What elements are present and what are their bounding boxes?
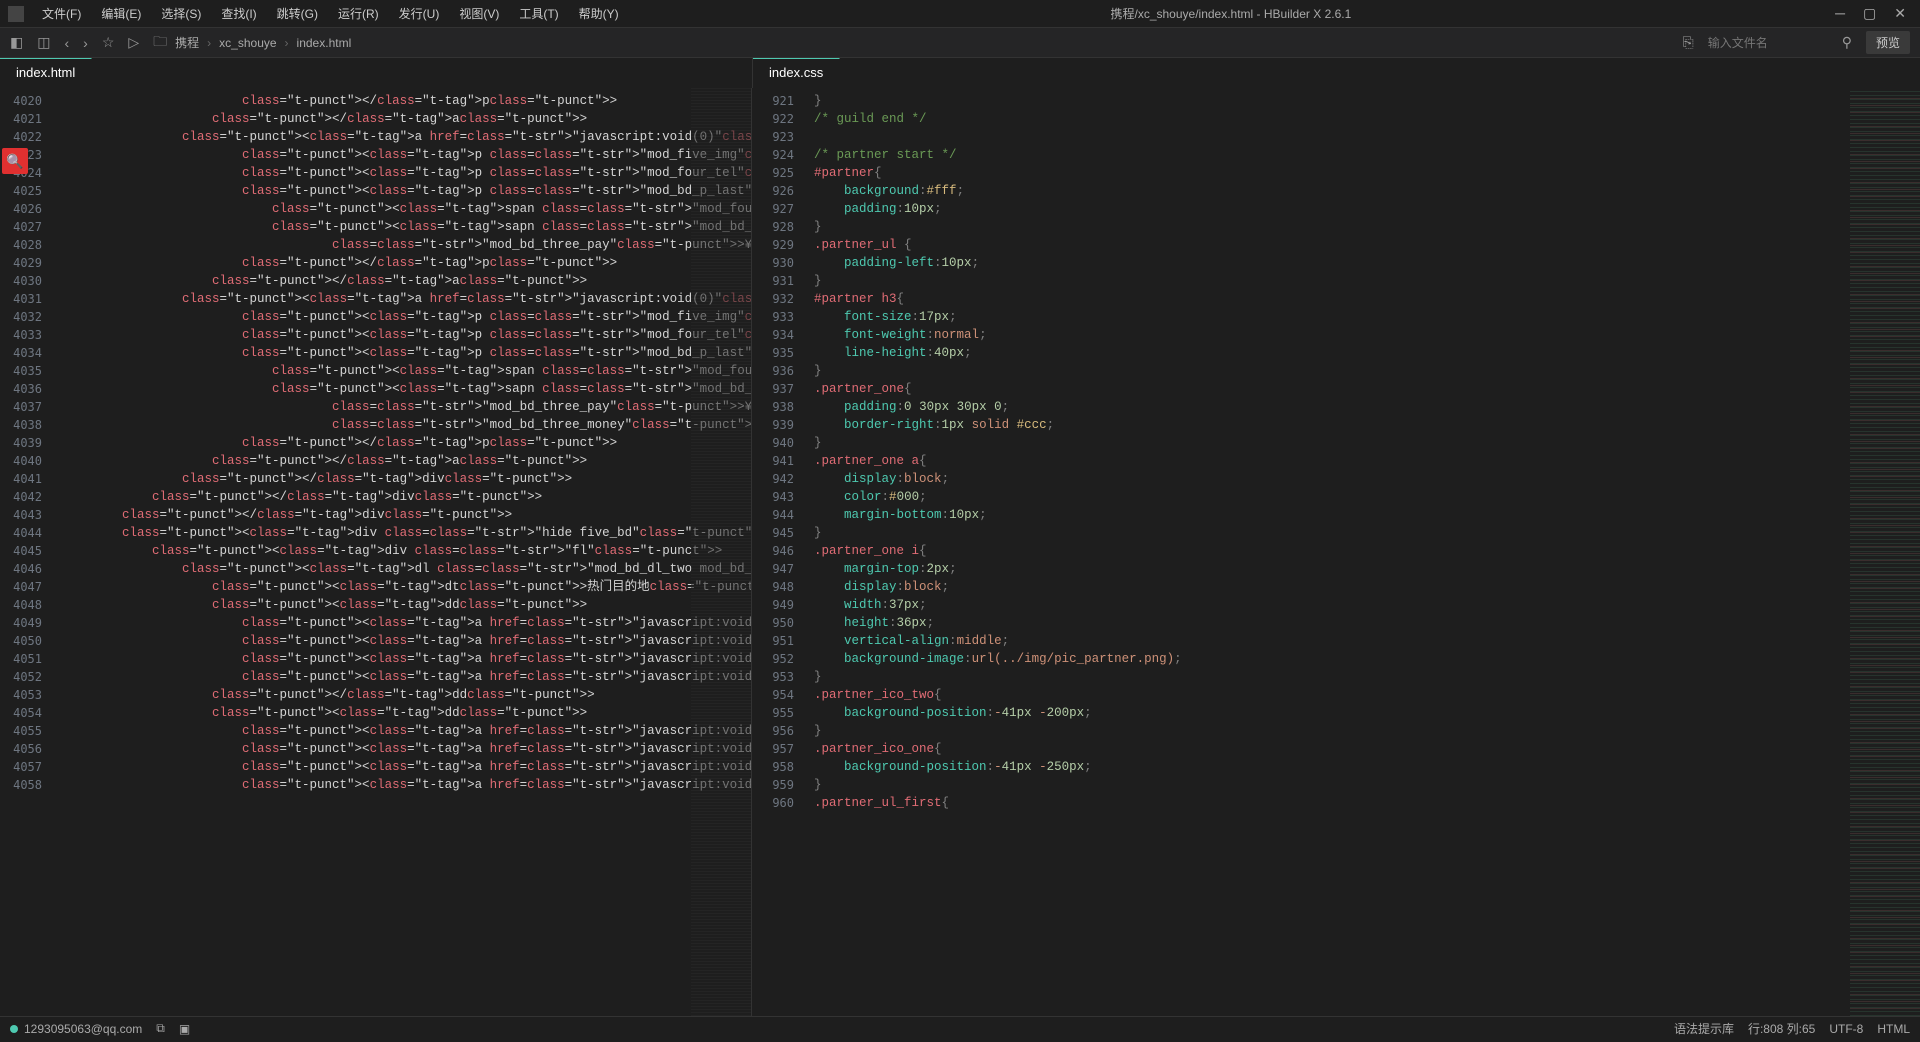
tab-index-html[interactable]: index.html (0, 58, 92, 88)
line-gutter-right: 921 922 923 924 925 926 927 928 929 930 … (752, 88, 802, 1016)
window-controls: ─ ▢ ✕ (1835, 5, 1906, 22)
account-status[interactable]: 1293095063@qq.com (10, 1022, 142, 1036)
maximize-icon[interactable]: ▢ (1863, 5, 1876, 22)
nav-forward-icon[interactable]: › (83, 35, 88, 51)
editor-pane-left[interactable]: 🔍 4020 4021 4022 4023 4024 4025 4026 402… (0, 88, 752, 1016)
menu-file[interactable]: 文件(F) (34, 3, 89, 24)
chevron-right-icon: › (285, 36, 289, 50)
nav-back-icon[interactable]: ‹ (64, 35, 69, 51)
console-icon[interactable]: ▣ (179, 1022, 190, 1036)
close-icon[interactable]: ✕ (1894, 5, 1906, 22)
language-status[interactable]: HTML (1877, 1022, 1910, 1036)
titlebar: 文件(F) 编辑(E) 选择(S) 查找(I) 跳转(G) 运行(R) 发行(U… (0, 0, 1920, 28)
new-file-icon[interactable]: ◫ (37, 34, 50, 51)
minimap-left[interactable] (691, 88, 751, 1016)
filter-icon[interactable]: ⚲ (1842, 34, 1852, 51)
goto-file-icon[interactable]: ⎘ (1683, 34, 1694, 51)
statusbar: 1293095063@qq.com ⧉ ▣ 语法提示库 行:808 列:65 U… (0, 1016, 1920, 1040)
star-icon[interactable]: ☆ (102, 34, 115, 51)
file-search-input[interactable] (1708, 36, 1828, 50)
breadcrumb-seg[interactable]: 携程 (175, 34, 199, 51)
menu-view[interactable]: 视图(V) (451, 3, 507, 24)
code-area-left[interactable]: class="t-punct"></class="t-tag">pclass="… (62, 88, 691, 1016)
syntax-lib-status[interactable]: 语法提示库 (1674, 1020, 1734, 1037)
breadcrumb-seg[interactable]: xc_shouye (219, 36, 276, 50)
chevron-right-icon: › (207, 36, 211, 50)
menubar: 文件(F) 编辑(E) 选择(S) 查找(I) 跳转(G) 运行(R) 发行(U… (34, 3, 627, 24)
run-icon[interactable]: ▷ (128, 34, 139, 51)
editor-pane-right[interactable]: 921 922 923 924 925 926 927 928 929 930 … (752, 88, 1920, 1016)
menu-select[interactable]: 选择(S) (153, 3, 209, 24)
menu-help[interactable]: 帮助(Y) (571, 3, 627, 24)
menu-edit[interactable]: 编辑(E) (93, 3, 149, 24)
minimap-right[interactable] (1850, 88, 1920, 1016)
menu-run[interactable]: 运行(R) (330, 3, 387, 24)
breadcrumb: 🗀 携程 › xc_shouye › index.html (153, 31, 351, 55)
editor-area: 🔍 4020 4021 4022 4023 4024 4025 4026 402… (0, 88, 1920, 1016)
breadcrumb-seg[interactable]: index.html (297, 36, 352, 50)
terminal-icon[interactable]: ⧉ (156, 1021, 165, 1036)
tabs-row: index.html index.css (0, 58, 1920, 88)
search-icon[interactable]: 🔍 (2, 148, 28, 174)
menu-tools[interactable]: 工具(T) (511, 3, 566, 24)
toolbar: ◧ ◫ ‹ › ☆ ▷ 🗀 携程 › xc_shouye › index.htm… (0, 28, 1920, 58)
menu-goto[interactable]: 跳转(G) (269, 3, 326, 24)
encoding-status[interactable]: UTF-8 (1829, 1022, 1863, 1036)
code-area-right[interactable]: } /* guild end */ /* partner start */ #p… (814, 88, 1860, 1016)
tab-index-css[interactable]: index.css (753, 58, 840, 88)
window-title: 携程/xc_shouye/index.html - HBuilder X 2.6… (627, 5, 1835, 22)
preview-button[interactable]: 预览 (1866, 31, 1910, 54)
folder-icon[interactable]: 🗀 (153, 31, 167, 55)
app-logo (8, 6, 24, 22)
cursor-pos-status[interactable]: 行:808 列:65 (1748, 1020, 1815, 1037)
menu-publish[interactable]: 发行(U) (391, 3, 448, 24)
line-gutter-left: 4020 4021 4022 4023 4024 4025 4026 4027 … (0, 88, 50, 1016)
menu-find[interactable]: 查找(I) (213, 3, 264, 24)
sidebar-toggle-icon[interactable]: ◧ (10, 34, 23, 51)
minimize-icon[interactable]: ─ (1835, 5, 1845, 22)
